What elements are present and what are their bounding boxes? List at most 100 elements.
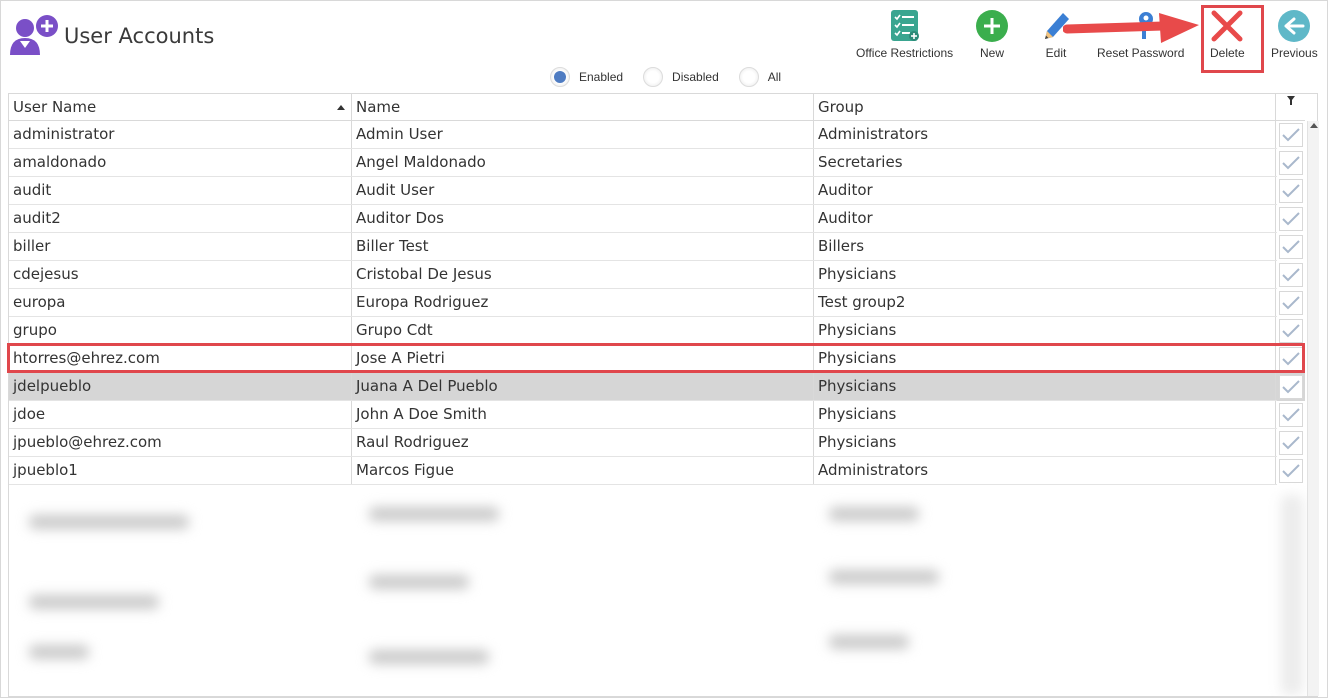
arrow-left-icon (1277, 8, 1311, 44)
radio-selected-icon (550, 67, 570, 87)
username-cell: jdoe (9, 401, 352, 428)
filter-enabled-radio[interactable]: Enabled (550, 67, 623, 87)
username-cell: europa (9, 289, 352, 316)
name-cell: Juana A Del Pueblo (352, 373, 814, 400)
table-row[interactable]: cdejesus Cristobal De Jesus Physicians (9, 261, 1277, 289)
enabled-checkbox[interactable] (1279, 431, 1303, 455)
enabled-checkbox-cell (1277, 177, 1305, 205)
user-add-icon (8, 15, 60, 55)
user-accounts-window: User Accounts Office Restrictions New Ed… (0, 0, 1328, 698)
add-circle-icon (975, 8, 1009, 44)
enabled-checkbox[interactable] (1279, 179, 1303, 203)
table-row[interactable]: biller Biller Test Billers (9, 233, 1277, 261)
group-cell: Physicians (814, 317, 1276, 344)
name-cell: Cristobal De Jesus (352, 261, 814, 288)
group-cell: Billers (814, 233, 1276, 260)
filter-disabled-radio[interactable]: Disabled (643, 67, 719, 87)
table-row[interactable]: europa Europa Rodriguez Test group2 (9, 289, 1277, 317)
checkmark-icon (1282, 296, 1300, 310)
table-header: User Name Name Group (9, 94, 1277, 121)
enabled-checkbox[interactable] (1279, 403, 1303, 427)
status-filter: Enabled Disabled All (550, 67, 781, 87)
enabled-checkbox[interactable] (1279, 235, 1303, 259)
name-cell: Admin User (352, 121, 814, 148)
name-cell: John A Doe Smith (352, 401, 814, 428)
table-row[interactable]: audit Audit User Auditor (9, 177, 1277, 205)
table-row[interactable]: jpueblo1 Marcos Figue Administrators (9, 457, 1277, 485)
sort-ascending-icon (337, 105, 345, 110)
table-row[interactable]: administrator Admin User Administrators (9, 121, 1277, 149)
group-cell: Physicians (814, 261, 1276, 288)
name-cell: Grupo Cdt (352, 317, 814, 344)
enabled-checkbox[interactable] (1279, 319, 1303, 343)
enabled-checkbox-cell (1277, 457, 1305, 485)
filter-icon (1287, 96, 1295, 105)
checkmark-icon (1282, 212, 1300, 226)
page-title: User Accounts (64, 24, 215, 48)
enabled-checkbox[interactable] (1279, 263, 1303, 287)
checkmark-icon (1282, 240, 1300, 254)
checkmark-icon (1282, 380, 1300, 394)
username-cell: administrator (9, 121, 352, 148)
username-cell: jpueblo@ehrez.com (9, 429, 352, 456)
office-restrictions-button[interactable]: Office Restrictions (856, 8, 953, 60)
scroll-up-icon[interactable] (1310, 123, 1318, 128)
enabled-checkbox-cell (1277, 401, 1305, 429)
table-row[interactable]: jdoe John A Doe Smith Physicians (9, 401, 1277, 429)
column-header-group[interactable]: Group (814, 94, 1276, 120)
enabled-checkbox[interactable] (1279, 291, 1303, 315)
column-filter-button[interactable] (1277, 94, 1305, 121)
name-cell: Europa Rodriguez (352, 289, 814, 316)
enabled-checkbox[interactable] (1279, 207, 1303, 231)
name-cell: Audit User (352, 177, 814, 204)
username-cell: amaldonado (9, 149, 352, 176)
column-header-username[interactable]: User Name (9, 94, 352, 120)
table-row[interactable]: jpueblo@ehrez.com Raul Rodriguez Physician… (9, 429, 1277, 457)
username-cell: biller (9, 233, 352, 260)
user-accounts-table: User Name Name Group administrator Admin … (8, 93, 1319, 697)
enabled-checkbox[interactable] (1279, 151, 1303, 175)
filter-enabled-label: Enabled (579, 70, 624, 84)
enabled-checkbox-cell (1277, 317, 1305, 345)
checkmark-icon (1282, 464, 1300, 478)
enabled-checkbox[interactable] (1279, 459, 1303, 483)
enabled-checkbox-cell (1277, 205, 1305, 233)
checkmark-icon (1282, 436, 1300, 450)
filter-all-radio[interactable]: All (738, 67, 782, 87)
checkmark-icon (1282, 324, 1300, 338)
group-cell: Physicians (814, 373, 1276, 400)
username-cell: cdejesus (9, 261, 352, 288)
group-cell: Auditor (814, 177, 1276, 204)
table-row[interactable]: jdelpueblo Juana A Del Pueblo Physicians (9, 373, 1277, 401)
enabled-checkbox-cell (1277, 149, 1305, 177)
enabled-checkbox-cell (1277, 121, 1305, 149)
name-cell: Raul Rodriguez (352, 429, 814, 456)
previous-button[interactable]: Previous (1271, 8, 1318, 60)
group-cell: Administrators (814, 121, 1276, 148)
column-header-name[interactable]: Name (352, 94, 814, 120)
name-cell: Marcos Figue (352, 457, 814, 484)
enabled-checkbox[interactable] (1279, 375, 1303, 399)
new-button[interactable]: New (975, 8, 1009, 60)
enabled-checkbox-cell (1277, 289, 1305, 317)
table-row[interactable]: amaldonado Angel Maldonado Secretaries (9, 149, 1277, 177)
table-row[interactable]: grupo Grupo Cdt Physicians (9, 317, 1277, 345)
group-cell: Auditor (814, 205, 1276, 232)
username-cell: audit2 (9, 205, 352, 232)
enabled-checkbox-cell (1277, 233, 1305, 261)
vertical-scrollbar[interactable] (1307, 121, 1319, 696)
name-cell: Auditor Dos (352, 205, 814, 232)
column-header-label: User Name (13, 98, 97, 116)
name-cell: Angel Maldonado (352, 149, 814, 176)
checkmark-icon (1282, 268, 1300, 282)
enabled-checkbox[interactable] (1279, 123, 1303, 147)
office-restrictions-label: Office Restrictions (856, 46, 954, 60)
filter-all-label: All (767, 70, 782, 84)
username-cell: grupo (9, 317, 352, 344)
table-row[interactable]: audit2 Auditor Dos Auditor (9, 205, 1277, 233)
checkmark-icon (1282, 156, 1300, 170)
annotation-arrow-icon (1063, 13, 1199, 43)
checkmark-icon (1282, 184, 1300, 198)
delete-highlight-box (1201, 5, 1264, 73)
radio-unselected-icon (643, 67, 664, 87)
